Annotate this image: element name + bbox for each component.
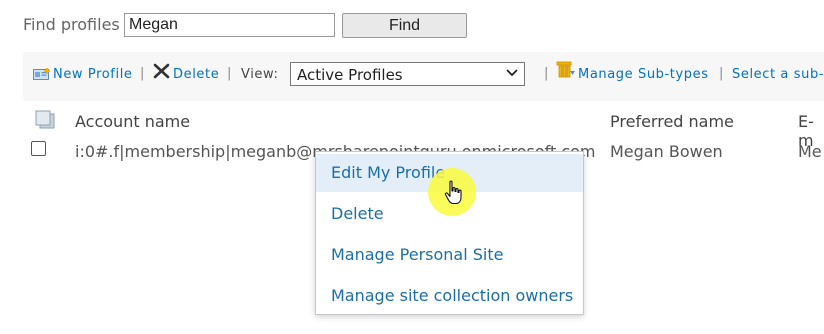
view-label: View: (241, 67, 279, 82)
toolbar-separator: | (544, 66, 549, 81)
find-profiles-label: Find profiles (23, 15, 120, 34)
view-select-value: Active Profiles (297, 66, 403, 84)
toolbar-separator: | (140, 66, 145, 81)
delete-button[interactable]: Delete (173, 67, 219, 82)
email-cell: Me (798, 142, 822, 161)
menu-item-manage-personal-site[interactable]: Manage Personal Site (316, 236, 583, 274)
chevron-down-icon (506, 66, 518, 81)
toolbar-separator: | (719, 66, 724, 81)
column-header-preferred-name[interactable]: Preferred name (610, 112, 734, 131)
manage-subtypes-icon (556, 61, 576, 83)
manage-subtypes-button[interactable]: Manage Sub-types (578, 67, 709, 82)
view-select[interactable]: Active Profiles (290, 62, 525, 86)
toolbar-separator: | (227, 66, 232, 81)
delete-icon (153, 63, 170, 83)
new-profile-icon (33, 66, 51, 85)
column-header-account-name[interactable]: Account name (75, 112, 190, 131)
find-button[interactable]: Find (342, 13, 467, 38)
find-profiles-input[interactable] (124, 13, 335, 37)
preferred-name-cell: Megan Bowen (610, 142, 723, 161)
select-all-icon[interactable] (35, 110, 57, 134)
menu-item-manage-site-collection-owners[interactable]: Manage site collection owners (316, 277, 583, 315)
new-profile-button[interactable]: New Profile (53, 67, 133, 82)
row-checkbox[interactable] (31, 141, 46, 156)
select-subtype-link[interactable]: Select a sub- (732, 67, 824, 82)
hand-cursor-icon (444, 180, 464, 210)
